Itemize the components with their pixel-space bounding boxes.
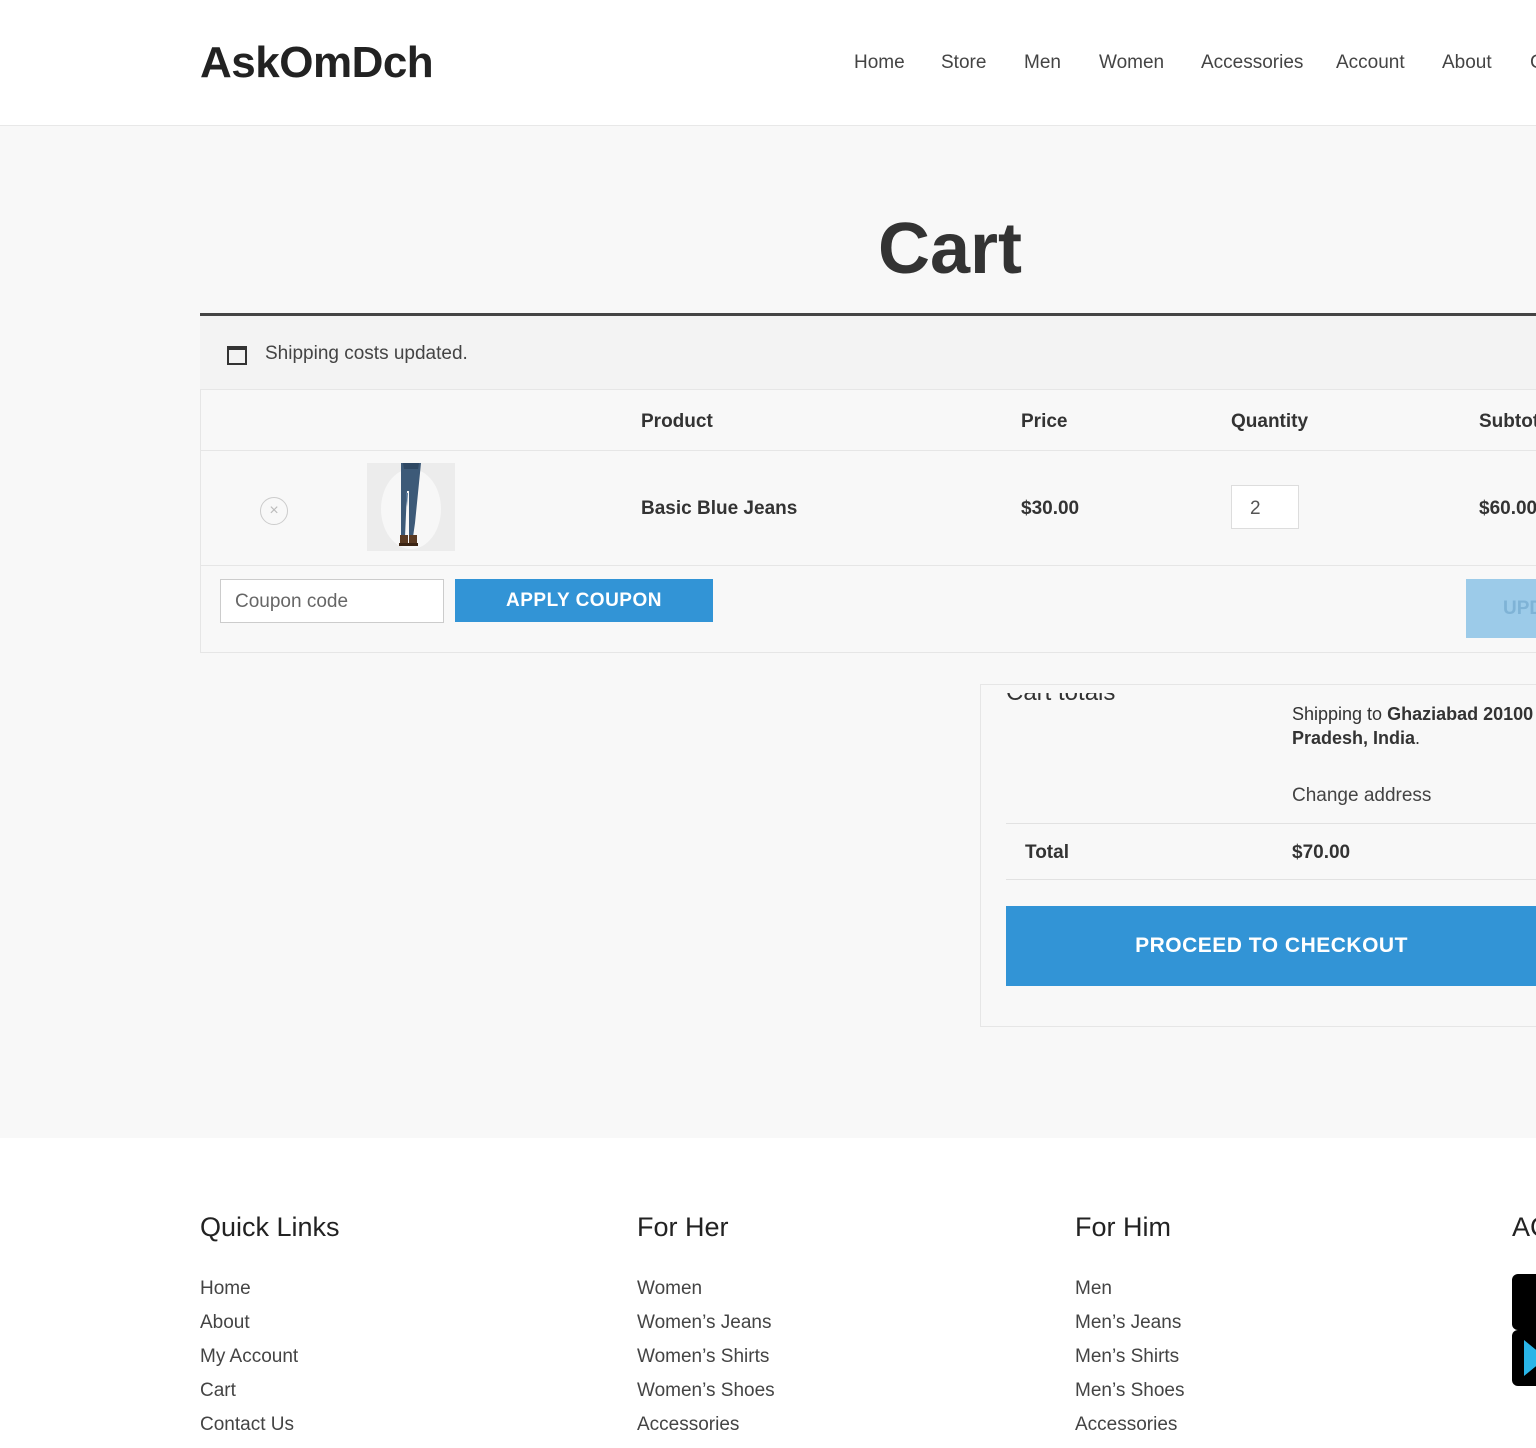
quantity-input[interactable]: 2 [1231, 485, 1299, 529]
footer-link-cart[interactable]: Cart [200, 1380, 298, 1414]
nav-item-about[interactable]: About [1442, 52, 1492, 74]
shipping-destination-line-2: Pradesh, India. [1292, 728, 1420, 749]
footer-apps: AC [1512, 1212, 1536, 1243]
footer-link-men[interactable]: Men [1075, 1278, 1185, 1312]
site-footer: Quick Links Home About My Account Cart C… [0, 1138, 1536, 1435]
apply-coupon-button[interactable]: APPLY COUPON [455, 579, 713, 622]
footer-link-womens-shoes[interactable]: Women’s Shoes [637, 1380, 775, 1414]
proceed-to-checkout-button[interactable]: PROCEED TO CHECKOUT [1006, 906, 1536, 986]
footer-title: AC [1512, 1212, 1536, 1242]
remove-item-button[interactable]: × [260, 497, 288, 525]
column-header-subtotal: Subtot [1479, 411, 1536, 432]
total-label: Total [1025, 842, 1069, 863]
google-play-icon[interactable] [1512, 1330, 1536, 1386]
change-address-link[interactable]: Change address [1292, 785, 1431, 807]
nav-item-store[interactable]: Store [941, 52, 986, 74]
nav-item-accessories[interactable]: Accessories [1201, 52, 1303, 74]
coupon-code-input[interactable]: Coupon code [220, 579, 444, 623]
column-header-price: Price [1021, 411, 1068, 432]
nav-item-home[interactable]: Home [854, 52, 905, 74]
apple-store-icon[interactable] [1512, 1274, 1536, 1330]
total-value: $70.00 [1292, 842, 1351, 863]
product-name-link[interactable]: Basic Blue Jeans [641, 498, 797, 520]
jeans-image [367, 463, 455, 551]
calendar-icon [227, 346, 247, 365]
totals-divider-bottom [1006, 879, 1536, 880]
footer-link-contact-us[interactable]: Contact Us [200, 1414, 298, 1448]
footer-link-about[interactable]: About [200, 1312, 298, 1346]
totals-divider [1006, 823, 1536, 824]
shipping-place: Ghaziabad 20100 [1387, 704, 1534, 724]
footer-title: For Him [1075, 1212, 1171, 1242]
footer-link-mens-shoes[interactable]: Men’s Shoes [1075, 1380, 1185, 1414]
product-thumbnail[interactable] [367, 463, 455, 551]
site-header: AskOmDch Home Store Men Women Accessorie… [0, 0, 1536, 126]
footer-link-womens-jeans[interactable]: Women’s Jeans [637, 1312, 775, 1346]
footer-link-my-account[interactable]: My Account [200, 1346, 298, 1380]
footer-for-him: For Him Men Men’s Jeans Men’s Shirts Men… [1075, 1212, 1185, 1435]
footer-title: Quick Links [200, 1212, 340, 1242]
footer-link-accessories[interactable]: Accessories [1075, 1414, 1185, 1448]
update-cart-button[interactable]: UPD [1466, 579, 1536, 638]
footer-link-home[interactable]: Home [200, 1278, 298, 1312]
row-divider [201, 565, 1536, 566]
nav-item-account[interactable]: Account [1336, 52, 1405, 74]
footer-quick-links: Quick Links Home About My Account Cart C… [200, 1212, 340, 1435]
remove-icon: × [269, 502, 279, 519]
footer-link-mens-jeans[interactable]: Men’s Jeans [1075, 1312, 1185, 1346]
footer-link-accessories[interactable]: Accessories [637, 1414, 775, 1448]
play-triangle-icon [1524, 1340, 1536, 1376]
product-price: $30.00 [1021, 498, 1080, 519]
shipping-suffix: . [1415, 728, 1421, 748]
footer-link-womens-shirts[interactable]: Women’s Shirts [637, 1346, 775, 1380]
main-content: Cart Shipping costs updated. Product Pri… [0, 126, 1536, 1138]
column-header-product: Product [641, 411, 713, 432]
header-divider [201, 450, 1536, 451]
product-subtotal: $60.00 [1479, 498, 1536, 519]
footer-link-mens-shirts[interactable]: Men’s Shirts [1075, 1346, 1185, 1380]
site-logo[interactable]: AskOmDch [200, 38, 434, 88]
shipping-prefix: Shipping to [1292, 704, 1388, 724]
footer-for-her: For Her Women Women’s Jeans Women’s Shir… [637, 1212, 775, 1435]
nav-item-men[interactable]: Men [1024, 52, 1061, 74]
shipping-notice: Shipping costs updated. [200, 313, 1536, 391]
cart-table: Product Price Quantity Subtot × Basic Bl… [200, 389, 1536, 653]
shipping-place-2: Pradesh, India [1292, 728, 1416, 748]
column-header-quantity: Quantity [1231, 411, 1309, 432]
cart-totals: Cart totals Shipping to Ghaziabad 20100 … [980, 684, 1536, 1027]
footer-link-women[interactable]: Women [637, 1278, 775, 1312]
notice-text: Shipping costs updated. [265, 343, 468, 364]
shipping-destination-line-1: Shipping to Ghaziabad 20100 [1292, 704, 1533, 725]
page-title: Cart [877, 209, 1023, 289]
nav-item-women[interactable]: Women [1099, 52, 1164, 74]
nav-item-contact[interactable]: C [1530, 52, 1536, 74]
footer-title: For Her [637, 1212, 729, 1242]
cart-totals-heading: Cart totals [1006, 693, 1115, 707]
